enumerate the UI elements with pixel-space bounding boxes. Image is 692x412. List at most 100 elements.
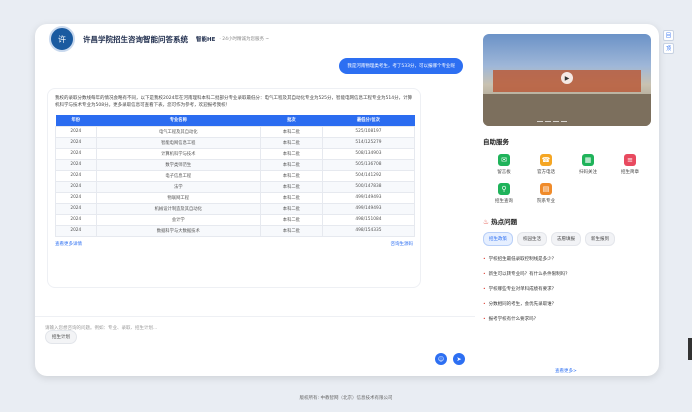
service-label: 官方电话	[537, 170, 555, 175]
building-icon: ▤	[540, 183, 552, 195]
service-item[interactable]: ▤ 院系专业	[525, 183, 567, 204]
table-cell: 法学	[95, 180, 261, 193]
carousel-dot[interactable]	[561, 120, 567, 122]
answer-footer: 查看更多详情 咨询生源码	[55, 241, 413, 247]
question-tab[interactable]: 新生报到	[585, 232, 615, 246]
smile-icon[interactable]: ☺	[435, 353, 447, 365]
table-row: 2024 会计学 本科二批 498/151084	[55, 213, 416, 226]
table-cell: 504/141292	[321, 169, 416, 182]
table-cell: 物联网工程	[95, 191, 261, 204]
hot-question-text: 学校哪些专业对单科成绩有要求？	[488, 287, 557, 292]
table-cell: 智能电网信息工程	[95, 136, 261, 149]
side-tool-button[interactable]: 回	[663, 30, 674, 41]
table-row: 2024 数学类师范生 本科二批 505/136708	[55, 158, 416, 171]
input-area[interactable]: 请输入您想咨询的问题。例如：专业、录取、招生计划... ☺ ➤	[35, 316, 475, 376]
hot-question-item[interactable]: • 报考学校有什么要求吗？	[483, 312, 651, 327]
hot-question-item[interactable]: • 新生可以转专业吗？有什么条件限制吗？	[483, 267, 651, 282]
table-cell: 本科二批	[259, 191, 323, 204]
chat-input[interactable]: 请输入您想咨询的问题。例如：专业、录取、招生计划...	[45, 325, 157, 331]
carousel-dot[interactable]	[537, 120, 543, 122]
chat-bubble-icon: ✉	[498, 154, 510, 166]
table-cell: 本科二批	[259, 147, 323, 160]
header: 许 许昌学院招生咨询智能问答系统 智能HE · 24小时精诚为您服务 ~	[35, 24, 475, 54]
table-header-cell: 年份	[55, 115, 97, 126]
service-item[interactable]: ≡ 招生简章	[609, 154, 651, 175]
table-cell: 500/147838	[321, 180, 416, 193]
hot-question-text: 学校招生最低录取控制线是多少？	[488, 257, 557, 262]
hot-question-item[interactable]: • 学校招生最低录取控制线是多少？	[483, 252, 651, 267]
service-item[interactable]: ⚲ 招生查询	[483, 183, 525, 204]
chat-panel: 我是河南物理类考生，考了533分，可以报哪个专业呢 我校的录取分数线每年的情况会…	[35, 54, 475, 344]
hot-question-text: 报考学校有什么要求吗？	[488, 317, 539, 322]
hot-question-text: 新生可以转专业吗？有什么条件限制吗？	[488, 272, 570, 277]
hot-question-item[interactable]: • 分数相同的考生，会优先录取谁？	[483, 297, 651, 312]
table-cell: 514/125279	[321, 136, 416, 149]
table-cell: 电子信息工程	[95, 169, 261, 182]
logo-text: 许	[58, 34, 66, 44]
table-cell: 计算机科学与技术	[95, 147, 261, 160]
service-label: 招生简章	[621, 170, 639, 175]
table-cell: 2024	[55, 136, 97, 149]
carousel-dots[interactable]	[537, 120, 567, 122]
table-cell: 505/136708	[321, 158, 416, 171]
table-cell: 本科二批	[259, 180, 323, 193]
table-cell: 本科二批	[259, 158, 323, 171]
question-tab[interactable]: 志愿填报	[551, 232, 581, 246]
phone-icon: ☎	[540, 154, 552, 166]
send-icon[interactable]: ➤	[453, 353, 465, 365]
table-cell: 2024	[55, 224, 97, 237]
table-row: 2024 法学 本科二批 500/147838	[55, 180, 416, 193]
view-more-link[interactable]: 查看更多详情	[55, 241, 82, 247]
hot-question-item[interactable]: • 学校哪些专业对单科成绩有要求？	[483, 282, 651, 297]
service-label: 留言板	[497, 170, 511, 175]
carousel-dot[interactable]	[553, 120, 559, 122]
service-label: 扫码关注	[579, 170, 597, 175]
document-icon: ≡	[624, 154, 636, 166]
service-item[interactable]: ☎ 官方电话	[525, 154, 567, 175]
table-cell: 本科二批	[259, 125, 323, 138]
table-cell: 525/108197	[321, 125, 416, 138]
side-tool-button[interactable]: 顶	[663, 43, 674, 54]
table-cell: 2024	[55, 213, 97, 226]
side-toolbar: 回顶	[663, 30, 674, 54]
hot-questions-title: ♨ 热点问题	[483, 216, 651, 226]
table-cell: 2024	[55, 158, 97, 171]
question-tab[interactable]: 招生政策	[483, 232, 513, 246]
bullet-icon: •	[483, 317, 486, 322]
question-tab[interactable]: 校园生活	[517, 232, 547, 246]
table-cell: 2024	[55, 180, 97, 193]
question-tabs: 招生政策 校园生活 志愿填报 新生报到	[483, 232, 651, 246]
table-cell: 电气工程及其自动化	[95, 125, 261, 138]
table-cell: 499/149493	[321, 202, 416, 215]
table-row: 2024 数据科学与大数据技术 本科二批 498/154335	[55, 224, 416, 237]
source-code-link[interactable]: 咨询生源码	[391, 241, 414, 247]
table-header-row: 年份 专业名称 批次 最低分/位次	[55, 115, 415, 126]
bullet-icon: •	[483, 302, 486, 307]
table-row: 2024 机械设计制造及其自动化 本科二批 499/149493	[55, 202, 416, 215]
site-title: 许昌学院招生咨询智能问答系统	[83, 34, 188, 44]
table-cell: 机械设计制造及其自动化	[95, 202, 261, 215]
service-item[interactable]: ✉ 留言板	[483, 154, 525, 175]
table-cell: 本科二批	[259, 202, 323, 215]
play-icon[interactable]: ▶	[561, 72, 573, 84]
table-header-cell: 专业名称	[96, 115, 261, 126]
campus-video[interactable]: ▶	[483, 34, 651, 126]
services-grid: ✉ 留言板 ☎ 官方电话 ▦ 扫码关注 ≡ 招生简章 ⚲ 招生查询 ▤ 院系专业	[483, 154, 651, 204]
table-cell: 数据科学与大数据技术	[95, 224, 261, 237]
campus-plaza-image	[483, 94, 651, 126]
service-item[interactable]: ▦ 扫码关注	[567, 154, 609, 175]
table-cell: 2024	[55, 191, 97, 204]
flame-icon: ♨	[483, 218, 489, 226]
table-cell: 会计学	[95, 213, 261, 226]
service-label: 院系专业	[537, 199, 555, 204]
table-body: 2024 电气工程及其自动化 本科二批 525/108197 2024 智能电网信息工程本…	[55, 125, 416, 237]
hot-question-text: 分数相同的考生，会优先录取谁？	[488, 302, 557, 307]
table-cell: 499/149493	[321, 191, 416, 204]
more-questions-link[interactable]: 查看更多>	[555, 368, 577, 374]
table-header-cell: 最低分/位次	[322, 115, 415, 126]
carousel-dot[interactable]	[545, 120, 551, 122]
table-row: 2024 电气工程及其自动化 本科二批 525/108197	[55, 125, 416, 138]
copyright-footer: 版权所有: 中教智网（北京）信息技术有限公司	[299, 396, 393, 401]
user-message: 我是河南物理类考生，考了533分，可以报哪个专业呢	[339, 58, 463, 74]
brand-name: 智能HE	[196, 37, 216, 43]
